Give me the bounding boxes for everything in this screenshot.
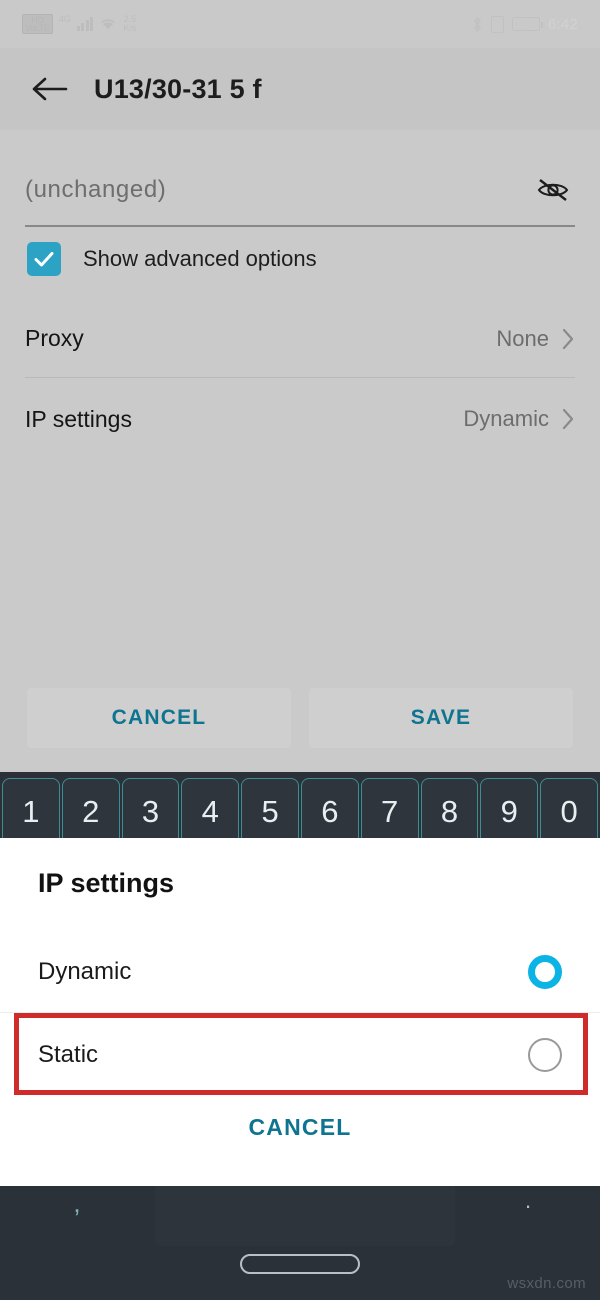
ip-settings-value-group: Dynamic <box>463 406 575 432</box>
watermark-label: wsxdn.com <box>507 1275 586 1292</box>
proxy-label: Proxy <box>25 325 84 351</box>
show-advanced-options-row[interactable]: Show advanced options <box>27 242 317 276</box>
setting-row-proxy[interactable]: Proxy None <box>25 300 575 378</box>
key-3[interactable]: 3 <box>121 778 180 846</box>
data-rate-unit: K/s <box>123 23 137 33</box>
wifi-config-form: (unchanged) Show advanced options Proxy … <box>0 130 600 770</box>
key-6[interactable]: 6 <box>300 778 359 846</box>
cancel-button[interactable]: CANCEL <box>27 688 291 748</box>
key-1[interactable]: 1 <box>2 778 60 846</box>
dialog-option-dynamic[interactable]: Dynamic <box>0 931 600 1013</box>
data-rate-indicator: 2.5 K/s <box>123 15 136 33</box>
battery-level-label: 46 <box>521 19 531 29</box>
password-field-row[interactable]: (unchanged) <box>25 155 575 227</box>
key-5[interactable]: 5 <box>241 778 299 846</box>
dialog-title: IP settings <box>38 868 175 898</box>
dialog-cancel-button[interactable]: CANCEL <box>0 1114 600 1141</box>
key-period[interactable]: . <box>458 1184 598 1246</box>
key-comma[interactable]: , <box>2 1184 152 1246</box>
chevron-right-icon <box>561 327 575 351</box>
volte-badge-icon: HD VoLTE <box>22 14 53 34</box>
key-9[interactable]: 9 <box>480 778 539 846</box>
volte-badge-bottom: VoLTE <box>25 23 50 33</box>
battery-icon: 46 <box>512 17 543 31</box>
back-arrow-icon[interactable] <box>28 68 70 110</box>
show-advanced-options-label: Show advanced options <box>83 246 317 271</box>
show-advanced-options-checkbox[interactable] <box>27 242 61 276</box>
network-type-label: 4G <box>58 14 71 24</box>
dialog-option-static-label: Static <box>38 1041 99 1068</box>
vibrate-icon <box>491 15 504 33</box>
ip-settings-value: Dynamic <box>463 406 549 431</box>
proxy-value: None <box>496 325 549 351</box>
dialog-option-static[interactable]: Static <box>0 1014 600 1096</box>
clock-label: 6:42 <box>548 15 578 33</box>
radio-static-unselected[interactable] <box>528 1038 562 1072</box>
page-title: U13/30-31 5 f <box>94 73 262 104</box>
form-action-bar: CANCEL SAVE <box>0 688 600 748</box>
keyboard-bottom-row: , . <box>0 1180 600 1250</box>
home-indicator[interactable] <box>240 1254 360 1274</box>
key-2[interactable]: 2 <box>61 778 120 846</box>
status-bar-left: HD VoLTE 4G 2.5 K/s <box>22 14 136 34</box>
chevron-right-icon <box>561 407 575 431</box>
key-7[interactable]: 7 <box>360 778 419 846</box>
status-bar-right: 46 6:42 <box>471 15 578 33</box>
dialog-option-dynamic-label: Dynamic <box>38 957 132 985</box>
key-0[interactable]: 0 <box>540 778 598 846</box>
bluetooth-icon <box>471 16 483 33</box>
phone-screen: HD VoLTE 4G 2.5 K/s 46 6:42 U13/30-31 5 … <box>0 0 600 1300</box>
keyboard-number-row: 1 2 3 4 5 6 7 8 9 0 <box>0 772 600 846</box>
key-space[interactable] <box>155 1184 455 1246</box>
ip-settings-label: IP settings <box>25 405 132 432</box>
radio-dynamic-selected[interactable] <box>528 954 562 989</box>
eye-off-icon[interactable] <box>531 172 575 208</box>
password-input[interactable]: (unchanged) <box>25 176 166 204</box>
app-bar: U13/30-31 5 f <box>0 48 600 130</box>
key-4[interactable]: 4 <box>181 778 240 846</box>
ip-settings-dialog: IP settings Dynamic Static CANCEL <box>0 838 600 1186</box>
signal-bars-icon <box>76 17 94 31</box>
save-button[interactable]: SAVE <box>309 688 573 748</box>
proxy-value-group: None <box>496 326 575 352</box>
wifi-icon <box>99 17 117 31</box>
setting-row-ip-settings[interactable]: IP settings Dynamic <box>25 380 575 458</box>
status-bar: HD VoLTE 4G 2.5 K/s 46 6:42 <box>0 0 600 48</box>
key-8[interactable]: 8 <box>420 778 479 846</box>
